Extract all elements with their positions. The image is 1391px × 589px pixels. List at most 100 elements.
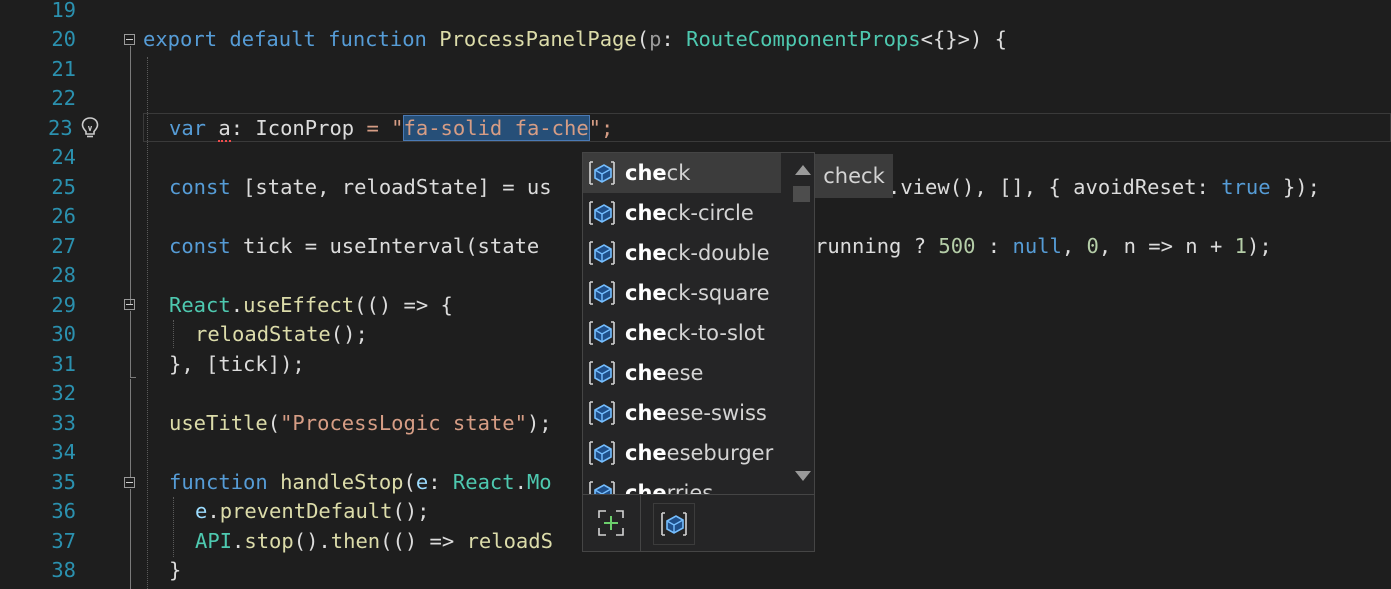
completion-list[interactable]: check check-circle check-double check-sq… <box>583 153 781 494</box>
expand-button[interactable] <box>591 503 631 543</box>
punctuation: = " <box>354 116 404 140</box>
code-line-33[interactable]: useTitle("ProcessLogic state"); <box>169 409 552 438</box>
completion-item[interactable]: cherries <box>583 473 781 494</box>
code-line-27[interactable]: const tick = useInterval(state <box>169 232 539 261</box>
completion-item[interactable]: check-to-slot <box>583 313 781 353</box>
completion-item[interactable]: cheese-swiss <box>583 393 781 433</box>
completion-item[interactable]: cheese <box>583 353 781 393</box>
keyword: default <box>229 27 316 51</box>
number-literal: 0 <box>1086 234 1099 258</box>
line-number: 32 <box>51 381 76 405</box>
punctuation: . <box>514 470 527 494</box>
fold-collapse-icon[interactable] <box>124 34 135 45</box>
completion-item-label: check-square <box>625 281 770 305</box>
punctuation: . <box>230 293 244 317</box>
parameter: e <box>195 499 208 523</box>
punctuation: ); <box>526 411 552 435</box>
code-line-29[interactable]: React.useEffect(() => { <box>169 291 453 320</box>
code-line-35[interactable]: function handleStop(e: React.Mo <box>169 468 552 497</box>
keyword: const <box>169 234 231 258</box>
keyword: function <box>328 27 427 51</box>
code-text: running ? <box>815 234 939 258</box>
code-line-27-tail[interactable]: running ? 500 : null, 0, n => n + 1); <box>815 232 1272 261</box>
line-number: 29 <box>51 293 76 317</box>
value-cube-icon <box>589 401 615 425</box>
line-number: 31 <box>51 352 76 376</box>
function-name: reloadState <box>195 322 331 346</box>
punctuation: . <box>207 499 220 523</box>
code-text: (); <box>330 322 368 346</box>
line-number: 20 <box>51 27 76 51</box>
line-number: 34 <box>51 440 76 464</box>
code-text: } <box>169 558 182 582</box>
fold-collapse-icon[interactable] <box>124 299 135 310</box>
function-name: handleStop <box>280 470 404 494</box>
completion-item-label: check-circle <box>625 201 754 225</box>
type-name: React <box>452 470 515 494</box>
scroll-down-arrow-icon[interactable] <box>795 471 811 481</box>
code-text: }); <box>1270 175 1320 199</box>
code-line-30[interactable]: reloadState(); <box>195 320 368 349</box>
line-number: 25 <box>51 175 76 199</box>
punctuation: : <box>661 27 687 51</box>
code-line-23[interactable]: var a: IconProp = "fa-solid fa-che"; <box>169 114 613 143</box>
code-line-25-tail[interactable]: .view(), [], { avoidReset: true }); <box>888 173 1320 202</box>
code-text: (); <box>392 499 430 523</box>
completion-footer <box>583 494 814 552</box>
code-line-20[interactable]: export default function ProcessPanelPage… <box>143 25 1007 54</box>
completion-item[interactable]: check-square <box>583 273 781 313</box>
line-number: 36 <box>51 499 76 523</box>
code-text: (). <box>293 529 331 553</box>
function-name: useEffect <box>243 293 355 317</box>
code-text: tick = useInterval(state <box>230 234 540 258</box>
value-cube-icon <box>589 361 615 385</box>
code-line-37[interactable]: API.stop().then(() => reloadS <box>195 527 553 556</box>
punctuation: ( <box>267 411 281 435</box>
completion-item[interactable]: check-circle <box>583 193 781 233</box>
line-number: 26 <box>51 204 76 228</box>
line-number: 22 <box>51 86 76 110</box>
completion-item[interactable]: check <box>583 153 781 193</box>
code-text: (() => { <box>354 293 453 317</box>
line-number-gutter: 19 20 21 22 23 24 25 26 27 28 29 30 31 3… <box>0 0 80 589</box>
punctuation: : <box>428 470 453 494</box>
line-number: 21 <box>51 57 76 81</box>
code-line-38[interactable]: } <box>169 556 181 585</box>
completion-item-label: cheeseburger <box>625 441 774 465</box>
selected-string[interactable]: fa-solid fa-che <box>402 115 590 141</box>
code-text: , n => n + <box>1098 234 1235 258</box>
string-literal: "ProcessLogic state" <box>280 411 527 435</box>
indent-guide <box>173 320 174 348</box>
lightbulb-icon[interactable] <box>80 116 100 140</box>
keyword: function <box>169 470 268 494</box>
completion-popup[interactable]: check check-circle check-double check-sq… <box>582 152 815 552</box>
scroll-up-arrow-icon[interactable] <box>795 165 811 175</box>
value-cube-filter-icon <box>661 512 687 536</box>
value-cube-icon <box>589 321 615 345</box>
code-text: [state, reloadState] = us <box>230 175 552 199</box>
completion-item[interactable]: cheeseburger <box>583 433 781 473</box>
completion-item[interactable]: check-double <box>583 233 781 273</box>
filter-values-button[interactable] <box>653 503 695 545</box>
completion-scrollbar[interactable] <box>788 153 814 494</box>
code-line-36[interactable]: e.preventDefault(); <box>195 497 430 526</box>
punctuation: "; <box>588 116 614 140</box>
expand-icon <box>598 510 624 536</box>
fold-range-line <box>130 311 131 377</box>
completion-item-label: cherries <box>625 481 714 494</box>
keyword: var <box>169 116 207 140</box>
code-text: .view(), [], { avoidReset: <box>888 175 1222 199</box>
punctuation: <{}>) { <box>920 27 1008 51</box>
code-line-31[interactable]: }, [tick]); <box>169 350 305 379</box>
function-name: useTitle <box>169 411 268 435</box>
code-line-25[interactable]: const [state, reloadState] = us <box>169 173 552 202</box>
line-number: 30 <box>51 322 76 346</box>
scrollbar-thumb[interactable] <box>793 186 810 202</box>
line-number: 24 <box>51 145 76 169</box>
type-name: IconProp <box>255 116 355 140</box>
completion-item-label: check <box>625 161 691 185</box>
line-number: 37 <box>51 529 76 553</box>
indent-guide <box>173 497 174 557</box>
fold-collapse-icon[interactable] <box>124 477 135 488</box>
keyword: true <box>1221 175 1271 199</box>
